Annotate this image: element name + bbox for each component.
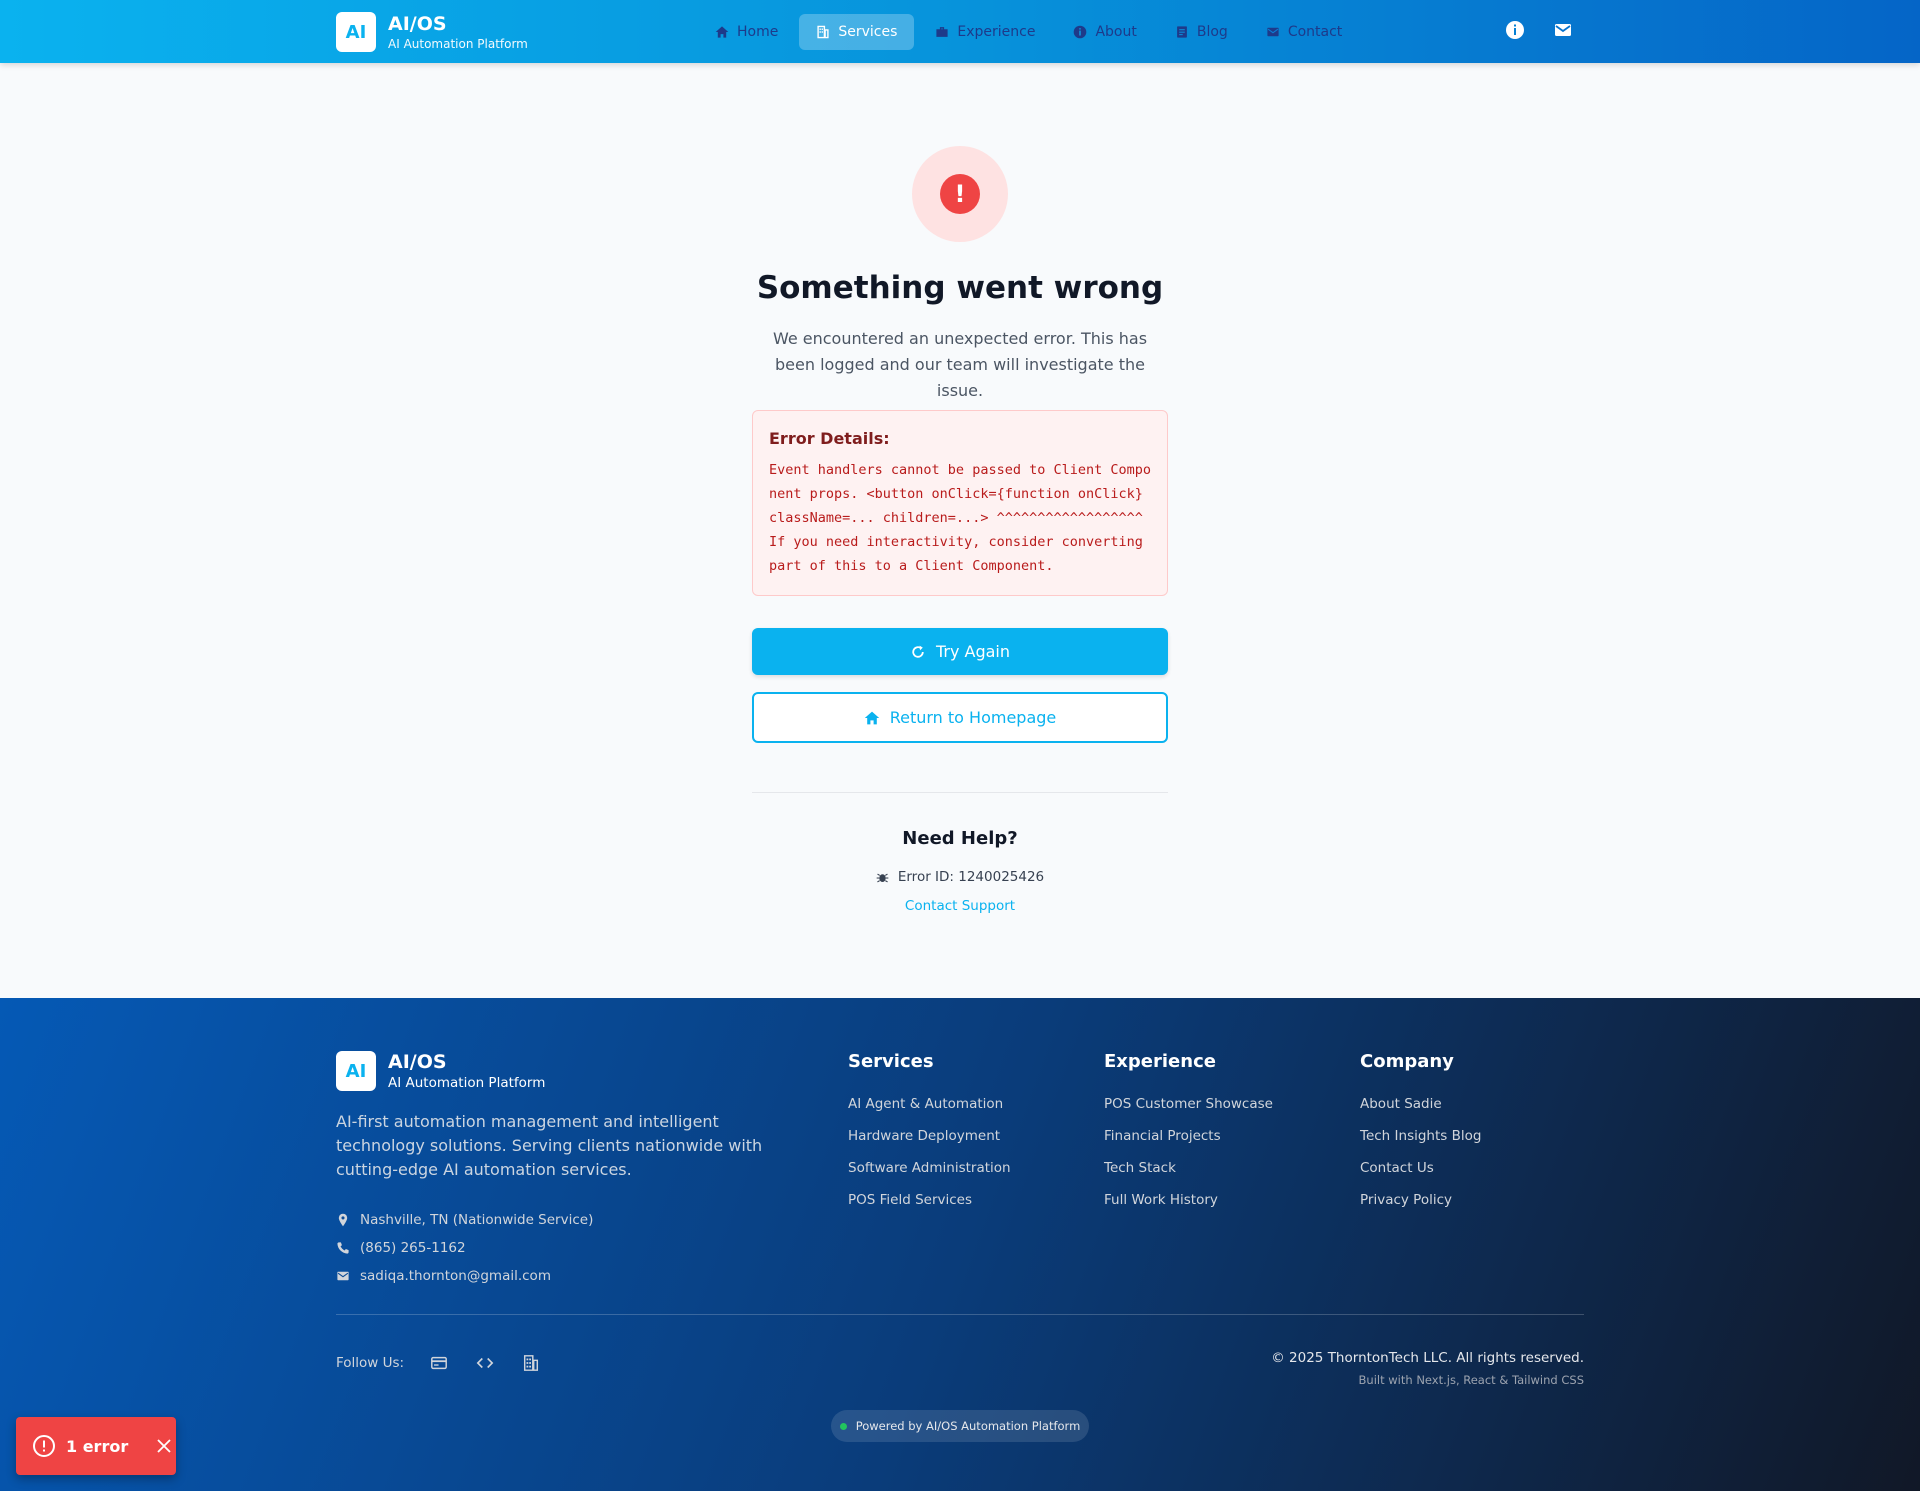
footer-brand[interactable]: AI AI/OS AI Automation Platform: [336, 1050, 545, 1092]
follow-us: Follow Us:: [336, 1354, 540, 1372]
footer-col-title: Experience: [1104, 1051, 1216, 1072]
try-again-button[interactable]: Try Again: [752, 628, 1168, 675]
footer-brand-subtitle: AI Automation Platform: [388, 1075, 546, 1091]
divider: [752, 792, 1168, 793]
footer-col-experience: Experience POS Customer Showcase Financi…: [1104, 1050, 1273, 1222]
code-icon[interactable]: [476, 1354, 494, 1372]
brand-subtitle: AI Automation Platform: [388, 37, 528, 51]
nav-link-blog[interactable]: Blog: [1158, 14, 1245, 50]
briefcase-icon: [936, 27, 948, 37]
footer-col-title: Services: [848, 1051, 934, 1072]
footer-link[interactable]: Hardware Deployment: [848, 1126, 1011, 1158]
error-toast[interactable]: 1 error: [16, 1417, 176, 1475]
info-icon[interactable]: [1505, 20, 1525, 40]
phone-icon: [337, 1242, 349, 1254]
location-icon: [338, 1213, 348, 1227]
nav-link-label: Experience: [957, 24, 1036, 40]
footer-location-text: Nashville, TN (Nationwide Service): [360, 1212, 594, 1228]
need-help-title: Need Help?: [902, 828, 1018, 849]
nav-links: Home Services Experience About Blog Cont…: [698, 14, 1359, 50]
home-icon: [715, 26, 729, 38]
contact-support-link[interactable]: Contact Support: [760, 898, 1160, 914]
top-navbar: AI AI/OS AI Automation Platform Home Ser…: [0, 0, 1920, 63]
return-homepage-button[interactable]: Return to Homepage: [752, 692, 1168, 743]
built-with-text: Built with Next.js, React & Tailwind CSS: [1358, 1373, 1584, 1387]
footer-phone-text: (865) 265-1162: [360, 1240, 466, 1256]
footer-link[interactable]: Privacy Policy: [1360, 1190, 1481, 1222]
return-homepage-label: Return to Homepage: [889, 708, 1057, 727]
footer-col-company: Company About Sadie Tech Insights Blog C…: [1360, 1050, 1481, 1222]
nav-link-home[interactable]: Home: [698, 14, 795, 50]
info-icon: [1074, 25, 1087, 39]
building-icon[interactable]: [522, 1354, 540, 1372]
error-details-title: Error Details:: [769, 429, 890, 448]
footer-link[interactable]: POS Field Services: [848, 1190, 1011, 1222]
footer-contacts: Nashville, TN (Nationwide Service) (865)…: [336, 1206, 593, 1290]
footer-logo-badge: AI: [336, 1051, 376, 1091]
close-icon[interactable]: [156, 1438, 172, 1454]
error-details-box: Error Details: Event handlers cannot be …: [752, 410, 1168, 596]
footer-link[interactable]: AI Agent & Automation: [848, 1094, 1011, 1126]
try-again-label: Try Again: [935, 642, 1011, 661]
logo-badge: AI: [336, 12, 376, 52]
error-heading: Something went wrong: [756, 270, 1164, 306]
footer-phone[interactable]: (865) 265-1162: [336, 1234, 593, 1262]
footer-link[interactable]: Contact Us: [1360, 1158, 1481, 1190]
footer-link[interactable]: Tech Insights Blog: [1360, 1126, 1481, 1158]
nav-link-label: Home: [737, 24, 779, 40]
mail-icon: [1267, 27, 1279, 37]
error-id-text: Error ID: 1240025426: [897, 869, 1045, 885]
footer-link[interactable]: Full Work History: [1104, 1190, 1273, 1222]
error-subtext: We encountered an unexpected error. This…: [772, 329, 1148, 400]
powered-by-text: Powered by AI/OS Automation Platform: [855, 1419, 1081, 1433]
brand-logo-link[interactable]: AI AI/OS AI Automation Platform: [336, 12, 528, 52]
nav-link-label: About: [1095, 24, 1137, 40]
bug-icon: [876, 873, 889, 882]
footer-link[interactable]: About Sadie: [1360, 1094, 1481, 1126]
card-icon[interactable]: [430, 1354, 448, 1372]
copyright-text: © 2025 ThorntonTech LLC. All rights rese…: [1271, 1350, 1584, 1366]
nav-link-label: Contact: [1287, 24, 1343, 40]
footer-email-text: sadiqa.thornton@gmail.com: [360, 1268, 551, 1284]
home-icon: [864, 711, 879, 724]
footer-col-title: Company: [1360, 1051, 1454, 1072]
exclamation-icon: !: [940, 174, 980, 214]
footer-description: AI-first automation management and intel…: [336, 1112, 763, 1179]
alert-circle-icon: [33, 1435, 55, 1457]
footer: AI AI/OS AI Automation Platform AI-first…: [0, 998, 1920, 1491]
footer-link[interactable]: Tech Stack: [1104, 1158, 1273, 1190]
mail-icon: [337, 1271, 349, 1281]
nav-right-icons: [1505, 20, 1573, 40]
footer-location: Nashville, TN (Nationwide Service): [336, 1206, 593, 1234]
nav-link-label: Services: [838, 24, 898, 40]
error-id: Error ID: 1240025426: [760, 869, 1160, 885]
copyright-block: © 2025 ThorntonTech LLC. All rights rese…: [1271, 1348, 1584, 1390]
footer-divider: [336, 1314, 1584, 1315]
building-icon: [817, 25, 829, 39]
error-details-message: Event handlers cannot be passed to Clien…: [769, 462, 1152, 574]
mail-icon[interactable]: [1553, 20, 1573, 40]
refresh-icon: [912, 645, 924, 658]
nav-link-about[interactable]: About: [1056, 14, 1153, 50]
document-icon: [1176, 26, 1187, 38]
nav-link-contact[interactable]: Contact: [1249, 14, 1359, 50]
footer-link[interactable]: Software Administration: [848, 1158, 1011, 1190]
nav-link-services[interactable]: Services: [799, 14, 915, 50]
nav-link-experience[interactable]: Experience: [918, 14, 1052, 50]
footer-email[interactable]: sadiqa.thornton@gmail.com: [336, 1262, 593, 1290]
error-icon-circle: !: [912, 146, 1008, 242]
status-dot: [839, 1422, 847, 1430]
footer-link[interactable]: Financial Projects: [1104, 1126, 1273, 1158]
footer-col-services: Services AI Agent & Automation Hardware …: [848, 1050, 1011, 1222]
error-count-label: 1 error: [66, 1436, 129, 1456]
footer-link[interactable]: POS Customer Showcase: [1104, 1094, 1273, 1126]
nav-link-label: Blog: [1196, 24, 1228, 40]
brand-title: AI/OS: [388, 13, 447, 35]
follow-us-label: Follow Us:: [336, 1355, 405, 1371]
powered-by-badge: Powered by AI/OS Automation Platform: [831, 1410, 1089, 1442]
footer-brand-title: AI/OS: [388, 1051, 447, 1073]
